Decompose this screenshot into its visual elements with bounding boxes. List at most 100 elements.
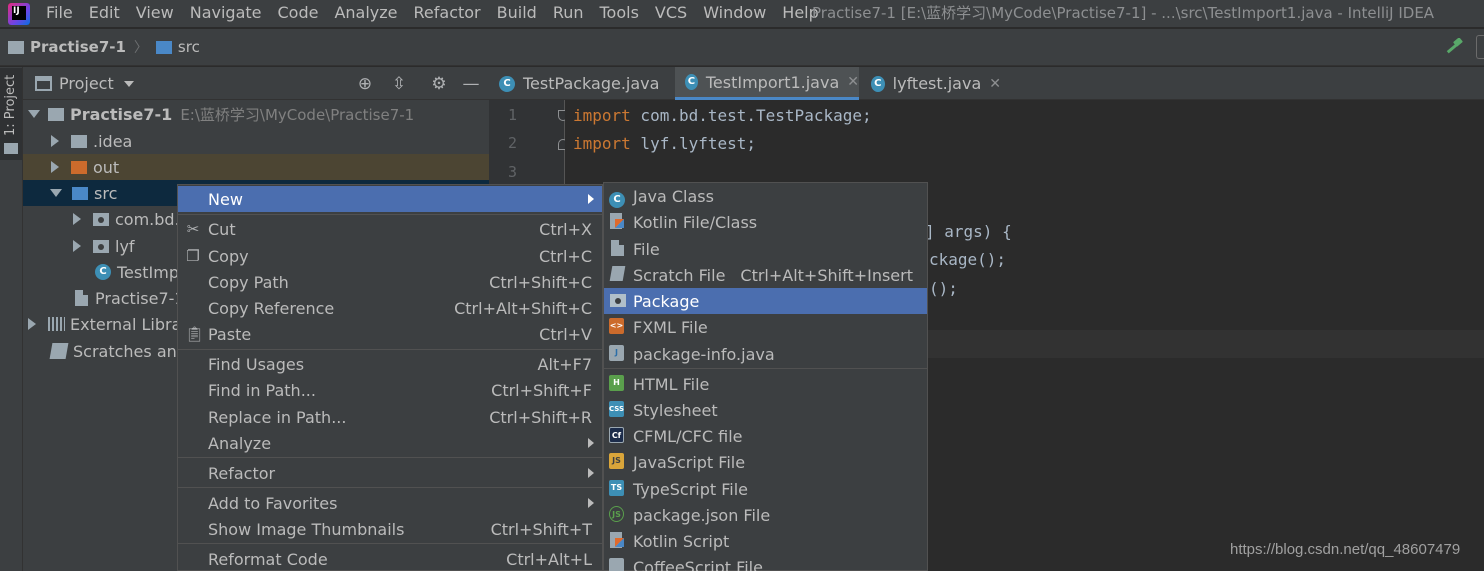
- scratches-icon: [49, 343, 69, 359]
- tree-row-idea[interactable]: .idea: [23, 128, 489, 154]
- java-class-icon: C: [609, 192, 625, 208]
- expand-arrow-icon[interactable]: [28, 110, 40, 118]
- tab-label: TestImport1.java: [705, 72, 840, 92]
- submenu-item-coffeescript-file[interactable]: CoffeeScript File: [604, 554, 927, 571]
- javascript-file-icon: JS: [609, 453, 626, 470]
- submenu-item-scratch-file[interactable]: Scratch File Ctrl+Alt+Shift+Insert: [604, 262, 927, 288]
- menu-item-analyze[interactable]: Analyze: [178, 430, 602, 456]
- submenu-item-kotlin-script[interactable]: Kotlin Script: [604, 528, 927, 554]
- menu-separator: [178, 543, 602, 544]
- scratch-file-icon: [609, 266, 626, 283]
- submenu-item-stylesheet[interactable]: CSS Stylesheet: [604, 397, 927, 423]
- menu-tools[interactable]: Tools: [592, 0, 647, 27]
- tree-row-root[interactable]: Practise7-1 E:\蓝桥学习\MyCode\Practise7-1: [23, 101, 489, 127]
- menu-build[interactable]: Build: [489, 0, 545, 27]
- menu-edit[interactable]: Edit: [81, 0, 128, 27]
- tab-label: lyftest.java: [892, 74, 982, 93]
- submenu-item-html-file[interactable]: H HTML File: [604, 371, 927, 397]
- menu-file[interactable]: File: [38, 0, 81, 27]
- submenu-item-typescript-file[interactable]: TS TypeScript File: [604, 476, 927, 502]
- menu-item-replace-in-path[interactable]: Replace in Path... Ctrl+Shift+R: [178, 404, 602, 430]
- tree-row-out[interactable]: out: [23, 154, 489, 180]
- submenu-item-file[interactable]: File: [604, 236, 927, 262]
- submenu-item-cfml-file[interactable]: Cf CFML/CFC file: [604, 423, 927, 449]
- tab-label: TestPackage.java: [523, 74, 660, 93]
- coffeescript-file-icon: [609, 558, 626, 571]
- menu-separator: [178, 349, 602, 350]
- project-view-title[interactable]: Project: [59, 74, 114, 93]
- package-icon: [93, 212, 109, 226]
- java-class-icon: C: [95, 264, 111, 280]
- submenu-item-fxml-file[interactable]: <> FXML File: [604, 314, 927, 340]
- line-number: 1: [507, 106, 517, 124]
- menu-item-paste[interactable]: 📋︎ Paste Ctrl+V: [178, 321, 602, 347]
- close-tab-icon[interactable]: ✕: [989, 76, 1001, 92]
- collapsed-arrow-icon[interactable]: [28, 318, 36, 330]
- gear-icon[interactable]: ⚙: [429, 74, 449, 94]
- menu-item-copy[interactable]: ❐ Copy Ctrl+C: [178, 243, 602, 269]
- tab-testimport1[interactable]: C TestImport1.java ✕: [675, 67, 859, 100]
- tree-pkg1-label: com.bd.: [115, 209, 180, 229]
- menu-item-new[interactable]: New: [178, 186, 602, 212]
- breadcrumb-src[interactable]: src: [155, 38, 200, 56]
- menu-analyze[interactable]: Analyze: [326, 0, 405, 27]
- breadcrumb-project[interactable]: Practise7-1: [8, 38, 126, 56]
- submenu-item-java-class[interactable]: C Java Class: [604, 183, 927, 209]
- tab-testpackage[interactable]: C TestPackage.java: [489, 67, 675, 100]
- breadcrumb-separator-icon: 〉: [133, 40, 148, 56]
- menu-item-find-in-path[interactable]: Find in Path... Ctrl+Shift+F: [178, 377, 602, 403]
- folder-icon: [71, 134, 87, 148]
- locate-target-icon[interactable]: ⊕: [355, 74, 375, 94]
- package-icon: [609, 292, 626, 309]
- typescript-file-icon: TS: [609, 480, 626, 497]
- submenu-item-package-info[interactable]: J package-info.java: [604, 341, 927, 367]
- build-hammer-icon[interactable]: [1444, 38, 1464, 56]
- menu-item-add-to-favorites[interactable]: Add to Favorites: [178, 490, 602, 516]
- menu-window[interactable]: Window: [695, 0, 774, 27]
- collapsed-arrow-icon[interactable]: [73, 213, 81, 225]
- close-tab-icon[interactable]: ✕: [847, 74, 859, 90]
- tree-scratches-label: Scratches and: [73, 341, 187, 361]
- tree-extlibs-label: External Librar: [70, 314, 188, 334]
- hide-panel-icon[interactable]: —: [461, 74, 481, 94]
- menu-item-show-image-thumbnails[interactable]: Show Image Thumbnails Ctrl+Shift+T: [178, 516, 602, 542]
- submenu-item-package[interactable]: Package: [604, 288, 927, 314]
- menu-view[interactable]: View: [128, 0, 182, 27]
- menu-code[interactable]: Code: [270, 0, 327, 27]
- tab-lyftest[interactable]: C lyftest.java ✕: [861, 67, 1001, 100]
- fxml-file-icon: <>: [609, 318, 626, 335]
- menu-separator: [178, 457, 602, 458]
- menu-item-cut[interactable]: ✂ Cut Ctrl+X: [178, 216, 602, 242]
- view-dropdown-icon[interactable]: [123, 81, 134, 87]
- submenu-item-javascript-file[interactable]: JS JavaScript File: [604, 449, 927, 475]
- collapsed-arrow-icon[interactable]: [73, 240, 81, 252]
- package-icon: [93, 239, 109, 253]
- collapsed-arrow-icon[interactable]: [51, 135, 59, 147]
- java-class-icon: C: [685, 74, 698, 90]
- java-class-icon: C: [871, 75, 885, 92]
- expand-arrow-icon[interactable]: [50, 189, 62, 197]
- collapse-all-icon[interactable]: ⇳: [389, 74, 409, 94]
- menu-vcs[interactable]: VCS: [647, 0, 695, 27]
- menu-item-copy-reference[interactable]: Copy Reference Ctrl+Alt+Shift+C: [178, 295, 602, 321]
- menu-item-find-usages[interactable]: Find Usages Alt+F7: [178, 351, 602, 377]
- line-number: 3: [507, 163, 517, 181]
- navigation-bar: Practise7-1 〉 src: [0, 28, 1484, 66]
- submenu-item-kotlin-file[interactable]: Kotlin File/Class: [604, 209, 927, 235]
- clipboard-icon: 📋︎: [185, 325, 205, 343]
- menu-run[interactable]: Run: [545, 0, 592, 27]
- submenu-item-package-json[interactable]: JS package.json File: [604, 502, 927, 528]
- project-tool-tab-label: 1: Project: [3, 74, 18, 136]
- menu-item-copy-path[interactable]: Copy Path Ctrl+Shift+C: [178, 269, 602, 295]
- menu-refactor[interactable]: Refactor: [406, 0, 489, 27]
- new-submenu: C Java Class Kotlin File/Class File Scra…: [603, 182, 928, 571]
- menu-separator: [178, 214, 602, 215]
- collapsed-arrow-icon[interactable]: [51, 161, 59, 173]
- menu-item-refactor[interactable]: Refactor: [178, 460, 602, 486]
- menu-item-reformat-code[interactable]: Reformat Code Ctrl+Alt+L: [178, 546, 602, 571]
- submenu-arrow-icon: [588, 194, 594, 204]
- run-config-selector[interactable]: [1476, 35, 1484, 59]
- menu-navigate[interactable]: Navigate: [182, 0, 270, 27]
- package-info-file-icon: J: [609, 345, 626, 362]
- menu-bar: IJ File Edit View Navigate Code Analyze …: [0, 0, 1484, 27]
